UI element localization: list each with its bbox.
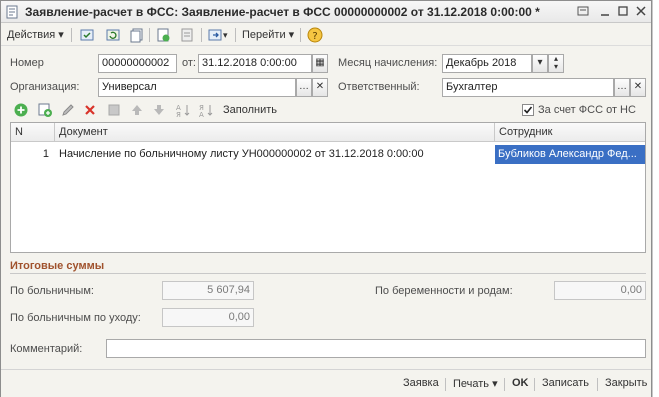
sick-label: По больничным: — [10, 285, 94, 297]
number-label: Номер — [10, 57, 44, 69]
toolbar-divider — [149, 28, 150, 42]
footer-divider — [597, 378, 598, 391]
structure-icon[interactable] — [179, 27, 195, 43]
close-button[interactable]: Закрыть — [605, 377, 647, 389]
toolbar-divider — [300, 28, 301, 42]
background-window-edge — [652, 0, 659, 397]
maternity-amount-field: 0,00 — [554, 281, 646, 300]
column-header-employee[interactable]: Сотрудник — [495, 123, 645, 142]
comment-label: Комментарий: — [10, 343, 83, 355]
comment-field[interactable] — [106, 339, 646, 358]
date-label: от: — [182, 57, 196, 69]
form-footer: Заявка Печать ▾ OK Записать Закрыть — [1, 369, 651, 397]
table-row[interactable]: 1 Начисление по больничному листу УН0000… — [11, 145, 645, 164]
actions-menu[interactable]: Действия ▾ — [7, 27, 64, 43]
month-spin-icon[interactable]: ▴ ▾ — [548, 54, 564, 73]
document-window: Заявление-расчет в ФСС: Заявление-расчет… — [0, 0, 652, 397]
close-icon[interactable] — [633, 4, 649, 19]
date-field[interactable]: 31.12.2018 0:00:00 — [198, 54, 312, 73]
footer-divider — [504, 378, 505, 391]
minimize-icon[interactable] — [597, 4, 613, 19]
care-label: По больничным по уходу: — [10, 312, 141, 324]
row-document[interactable]: Начисление по больничному листу УН000000… — [59, 145, 491, 164]
notice-button[interactable]: Заявка — [403, 377, 439, 389]
goto-label: Перейти — [242, 29, 286, 41]
column-header-document[interactable]: Документ — [55, 123, 495, 142]
row-employee[interactable]: Бубликов Александр Фед... — [495, 145, 645, 164]
month-field[interactable]: Декабрь 2018 — [442, 54, 532, 73]
maximize-icon[interactable] — [615, 4, 631, 19]
document-icon — [6, 5, 18, 19]
responsible-field[interactable]: Бухгалтер — [442, 78, 614, 97]
ok-button[interactable]: OK — [512, 377, 529, 389]
calendar-icon[interactable]: ▦ — [312, 54, 328, 73]
fss-checkbox-label: За счет ФСС от НС — [538, 104, 636, 116]
title-bar: Заявление-расчет в ФСС: Заявление-расчет… — [1, 1, 651, 23]
goto-menu[interactable]: Перейти ▾ — [242, 27, 294, 43]
end-edit-icon[interactable] — [106, 102, 122, 118]
movement-icon[interactable] — [207, 27, 223, 43]
help-circle-icon[interactable]: ? — [307, 27, 323, 43]
organization-label: Организация: — [10, 81, 80, 93]
delete-row-icon[interactable] — [82, 102, 98, 118]
fill-button[interactable]: Заполнить — [223, 104, 277, 116]
organization-clear-icon[interactable]: ✕ — [312, 78, 328, 97]
copy-row-icon[interactable] — [37, 102, 53, 118]
sick-amount-field: 5 607,94 — [162, 281, 254, 300]
move-up-icon[interactable] — [129, 102, 145, 118]
post-and-close-icon[interactable] — [79, 27, 95, 43]
footer-divider — [445, 378, 446, 391]
svg-text:Я: Я — [176, 111, 181, 118]
svg-text:A: A — [199, 111, 204, 118]
footer-divider — [534, 378, 535, 391]
responsible-clear-icon[interactable]: ✕ — [630, 78, 646, 97]
sort-ascending-icon[interactable]: AЯ — [175, 102, 191, 118]
toolbar-divider — [71, 28, 72, 42]
movement-dropdown-icon[interactable]: ▾ — [223, 27, 228, 43]
window-title: Заявление-расчет в ФСС: Заявление-расчет… — [25, 5, 540, 19]
move-down-icon[interactable] — [151, 102, 167, 118]
table-header: N Документ Сотрудник — [11, 123, 645, 142]
documents-table: N Документ Сотрудник 1 Начисление по бол… — [10, 122, 646, 253]
fss-checkbox[interactable] — [522, 104, 534, 116]
actions-label: Действия — [7, 29, 56, 41]
totals-section-title: Итоговые суммы — [10, 260, 105, 272]
section-divider — [10, 273, 646, 274]
help-icon[interactable] — [575, 4, 591, 19]
svg-text:?: ? — [312, 31, 317, 42]
save-button[interactable]: Записать — [542, 377, 589, 389]
responsible-select-icon[interactable]: … — [614, 78, 630, 97]
create-based-icon[interactable] — [155, 27, 171, 43]
print-menu[interactable]: Печать ▾ — [453, 377, 498, 390]
month-dropdown-icon[interactable]: ▾ — [532, 54, 548, 73]
column-header-n[interactable]: N — [11, 123, 55, 142]
organization-select-icon[interactable]: … — [296, 78, 312, 97]
main-toolbar: Действия ▾ ▾ Перейти ▾ ? — [1, 24, 651, 46]
row-number: 1 — [42, 148, 49, 160]
care-amount-field: 0,00 — [162, 308, 254, 327]
refresh-icon[interactable] — [105, 27, 121, 43]
number-field[interactable]: 00000000002 — [98, 54, 177, 73]
add-row-icon[interactable] — [13, 102, 29, 118]
toolbar-divider — [201, 28, 202, 42]
organization-field[interactable]: Универсал — [98, 78, 296, 97]
month-label: Месяц начисления: — [338, 57, 438, 69]
edit-row-icon[interactable] — [60, 102, 76, 118]
toolbar-divider — [235, 28, 236, 42]
maternity-label: По беременности и родам: — [375, 285, 513, 297]
sort-descending-icon[interactable]: ЯA — [198, 102, 214, 118]
responsible-label: Ответственный: — [338, 81, 420, 93]
copy-icon[interactable] — [129, 27, 145, 43]
print-label: Печать — [453, 378, 490, 390]
